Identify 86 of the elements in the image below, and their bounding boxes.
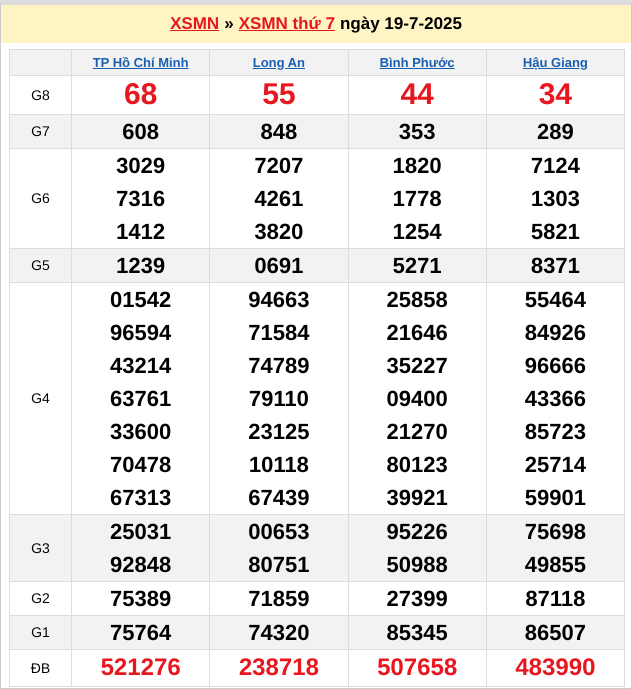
winning-number: 483990 xyxy=(514,653,596,683)
winning-number: 96666 xyxy=(524,352,587,380)
winning-number: 5821 xyxy=(530,218,581,246)
winning-number: 8371 xyxy=(530,252,581,280)
winning-number: 74789 xyxy=(247,352,310,380)
winning-number: 43366 xyxy=(524,385,587,413)
winning-number: 95226 xyxy=(386,518,449,546)
weekday-link[interactable]: XSMN thứ 7 xyxy=(238,11,336,37)
winning-number: 1239 xyxy=(115,252,166,280)
prize-label: G7 xyxy=(10,114,72,148)
winning-number: 5271 xyxy=(392,252,443,280)
winning-number: 21270 xyxy=(386,418,449,446)
winning-number: 59901 xyxy=(524,484,587,512)
winning-number: 09400 xyxy=(386,385,449,413)
winning-number: 80123 xyxy=(386,451,449,479)
winning-number: 1778 xyxy=(392,185,443,213)
winning-number: 7207 xyxy=(253,152,304,180)
winning-number: 74320 xyxy=(247,619,310,647)
winning-number: 848 xyxy=(260,118,298,146)
winning-number: 43214 xyxy=(109,352,172,380)
winning-number: 85345 xyxy=(386,619,449,647)
winning-number: 25714 xyxy=(524,451,587,479)
winning-number: 70478 xyxy=(109,451,172,479)
winning-number: 3820 xyxy=(253,218,304,246)
winning-number: 1820 xyxy=(392,152,443,180)
winning-number: 289 xyxy=(536,118,575,146)
winning-number: 50988 xyxy=(386,551,449,579)
winning-number: 75698 xyxy=(524,518,587,546)
winning-number: 67313 xyxy=(109,484,172,512)
province-link[interactable]: TP Hồ Chí Minh xyxy=(92,54,189,70)
winning-number: 80751 xyxy=(247,551,310,579)
winning-number: 25031 xyxy=(109,518,172,546)
date-text: ngày 19-7-2025 xyxy=(340,13,462,36)
province-link[interactable]: Bình Phước xyxy=(380,54,455,70)
winning-number: 23125 xyxy=(247,418,310,446)
winning-number: 238718 xyxy=(238,653,320,683)
province-link[interactable]: Long An xyxy=(252,54,305,70)
winning-number: 35227 xyxy=(386,352,449,380)
winning-number: 67439 xyxy=(247,484,310,512)
winning-number: 00653 xyxy=(247,518,310,546)
winning-number: 86507 xyxy=(524,619,587,647)
winning-number: 55 xyxy=(261,77,297,113)
winning-number: 84926 xyxy=(524,319,587,347)
province-link[interactable]: Hậu Giang xyxy=(522,54,588,70)
winning-number: 71859 xyxy=(247,585,310,613)
prize-label: G5 xyxy=(10,248,72,282)
winning-number: 521276 xyxy=(100,653,182,683)
winning-number: 96594 xyxy=(109,319,172,347)
winning-number: 0691 xyxy=(253,252,304,280)
winning-number: 49855 xyxy=(524,551,587,579)
winning-number: 68 xyxy=(122,77,158,113)
prize-label: G1 xyxy=(10,616,72,650)
winning-number: 85723 xyxy=(524,418,587,446)
winning-number: 353 xyxy=(398,118,436,146)
winning-number: 39921 xyxy=(386,484,449,512)
winning-number: 71584 xyxy=(247,319,310,347)
winning-number: 10118 xyxy=(248,451,310,479)
winning-number: 92848 xyxy=(109,551,172,579)
prize-label: G4 xyxy=(10,282,72,514)
prize-label: G3 xyxy=(10,514,72,582)
winning-number: 507658 xyxy=(376,653,458,683)
winning-number: 7316 xyxy=(115,185,166,213)
winning-number: 1412 xyxy=(115,218,166,246)
winning-number: 44 xyxy=(399,77,435,113)
winning-number: 7124 xyxy=(530,152,581,180)
winning-number: 4261 xyxy=(253,185,304,213)
winning-number: 75764 xyxy=(109,619,172,647)
winning-number: 25858 xyxy=(386,286,449,314)
xsmn-link[interactable]: XSMN xyxy=(170,11,220,37)
winning-number: 33600 xyxy=(109,418,172,446)
winning-number: 55464 xyxy=(524,286,587,314)
winning-number: 94663 xyxy=(247,286,310,314)
prize-label: ĐB xyxy=(10,650,72,686)
winning-number: 63761 xyxy=(109,385,172,413)
winning-number: 21646 xyxy=(386,319,449,347)
winning-number: 608 xyxy=(121,118,160,146)
winning-number: 34 xyxy=(538,77,574,113)
winning-number: 01542 xyxy=(109,286,172,314)
winning-number: 27399 xyxy=(386,585,449,613)
winning-number: 79110 xyxy=(248,385,310,413)
separator: » xyxy=(224,13,234,36)
winning-number: 87118 xyxy=(524,585,586,613)
winning-number: 1254 xyxy=(392,218,443,246)
winning-number: 1303 xyxy=(530,185,581,213)
winning-number: 75389 xyxy=(109,585,172,613)
winning-number: 3029 xyxy=(115,152,166,180)
